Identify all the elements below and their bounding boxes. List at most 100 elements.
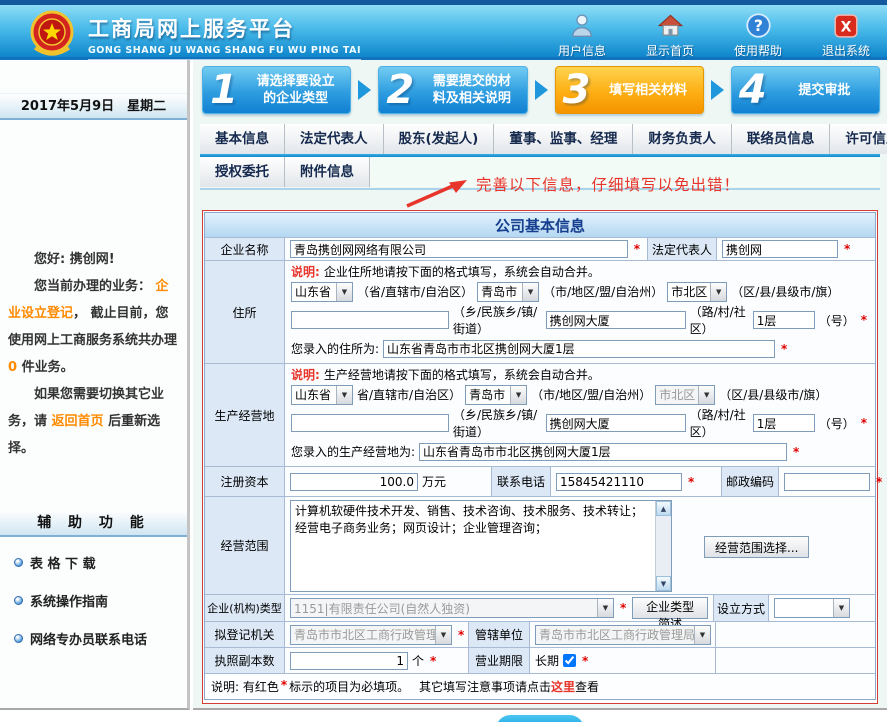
sidebar-link-contact-phone[interactable]: 网络专办员联系电话 (14, 629, 187, 648)
company-name-input[interactable] (290, 240, 628, 258)
site-result-label: 您录入的生产经营地为: (291, 443, 415, 460)
site-road-input[interactable] (546, 414, 686, 432)
chevron-down-icon: ▼ (698, 386, 714, 404)
sidebar: 2017年5月9日 星期二 您好: 携创网! 您当前办理的业务： 企业设立登记，… (0, 60, 190, 710)
business-scope-textarea[interactable]: 计算机软硬件技术开发、销售、技术咨询、技术服务、技术转让；经营电子商务业务；网页… (291, 501, 655, 591)
address-result-label: 您录入的住所为: (291, 340, 379, 357)
company-name-label: 企业名称 (205, 238, 285, 260)
phone-input[interactable] (556, 473, 682, 491)
address-township-input[interactable] (291, 311, 449, 329)
address-note: 说明: 企业住所地请按下面的格式填写，系统会自动合并。 (291, 262, 869, 280)
app-title: 工商局网上服务平台 (88, 13, 361, 43)
scope-select-button[interactable]: 经营范围选择... (704, 536, 809, 558)
required-mark: * (632, 242, 642, 256)
address-city-select[interactable]: 青岛市▼ (477, 282, 539, 302)
step-indicator: 1 请选择要设立的企业类型 2 需要提交的材料及相关说明 3 填写相关材料 4 … (202, 66, 880, 114)
scroll-up-icon[interactable]: ▲ (656, 501, 671, 516)
nav-help[interactable]: ? 使用帮助 (727, 9, 789, 59)
tab-directors-supervisors[interactable]: 董事、监事、经理 (494, 124, 633, 154)
tab-attachments[interactable]: 附件信息 (285, 157, 370, 187)
exit-icon: X (833, 9, 859, 39)
tab-finance-officer[interactable]: 财务负责人 (633, 124, 732, 154)
nav-label: 退出系统 (822, 42, 870, 59)
required-mark: * (859, 416, 869, 430)
tab-legal-representative[interactable]: 法定代表人 (285, 124, 384, 154)
site-result-input[interactable] (419, 443, 787, 461)
nav-label: 显示首页 (646, 42, 694, 59)
address-district-select[interactable]: 市北区▼ (667, 282, 727, 302)
page: 工商局网上服务平台 GONG SHANG JU WANG SHANG FU WU… (0, 0, 887, 722)
business-site-note: 说明: 生产经营地请按下面的格式填写，系统会自动合并。 (291, 365, 869, 383)
form-table: 公司基本信息 企业名称 * 法定代表人 * 住所 (204, 212, 876, 700)
jurisdiction-select[interactable]: 青岛市市北区工商行政管理局▼ (535, 625, 711, 645)
license-copies-unit: 个 (412, 652, 424, 669)
address-label: 住所 (205, 261, 285, 363)
emblem-logo (28, 8, 76, 64)
row-company-type: 企业(机构)类型 1151|有限责任公司(自然人独资)▼ * 企业类型简述 设立… (205, 594, 875, 621)
site-township-input[interactable] (291, 414, 449, 432)
company-type-label: 企业(机构)类型 (205, 595, 285, 621)
company-type-select[interactable]: 1151|有限责任公司(自然人独资)▼ (290, 598, 614, 618)
row-capital-phone-postcode: 注册资本 万元 联系电话 * 邮政编码 * (205, 466, 875, 496)
tab-authorization[interactable]: 授权委托 (200, 157, 285, 187)
row-license-copies: 执照副本数 个* 营业期限 长期 * (205, 647, 875, 673)
step-3-active: 3 填写相关材料 (555, 66, 704, 114)
address-result-input[interactable] (383, 340, 775, 358)
current-business-text: 您当前办理的业务： 企业设立登记， 截止目前，您使用网上工商服务系统共办理 0 … (8, 273, 179, 381)
address-road-input[interactable] (546, 311, 686, 329)
required-mark: * (580, 654, 590, 668)
phone-label: 联系电话 (491, 467, 551, 496)
postcode-input[interactable] (784, 473, 870, 491)
scrollbar[interactable]: ▲ ▼ (655, 501, 671, 591)
address-province-select[interactable]: 山东省▼ (291, 282, 353, 302)
sidebar-link-system-guide[interactable]: 系统操作指南 (14, 591, 187, 610)
site-province-select[interactable]: 山东省▼ (291, 385, 353, 405)
license-copies-input[interactable] (290, 652, 408, 670)
sidebar-link-form-download[interactable]: 表 格 下 载 (14, 553, 187, 572)
jurisdiction-label: 管辖单位 (468, 622, 530, 647)
required-mark: * (428, 654, 438, 668)
tab-basic-info[interactable]: 基本信息 (200, 124, 285, 154)
switch-business-text: 如果您需要切换其它业务，请 返回首页 后重新选择。 (8, 381, 179, 462)
bullet-icon (14, 558, 23, 567)
chevron-down-icon: ▼ (694, 626, 710, 644)
chevron-right-icon (711, 80, 724, 100)
legal-rep-input[interactable] (722, 240, 838, 258)
company-type-desc-button[interactable]: 企业类型简述 (632, 597, 708, 619)
form-title: 公司基本信息 (205, 213, 875, 237)
site-number-input[interactable] (753, 414, 815, 432)
here-link[interactable]: 这里 (551, 678, 575, 695)
brand: 工商局网上服务平台 GONG SHANG JU WANG SHANG FU WU… (28, 8, 361, 64)
nav-home[interactable]: 显示首页 (639, 9, 701, 59)
registry-select[interactable]: 青岛市市北区工商行政管理局▼ (290, 625, 452, 645)
required-mark: * (874, 475, 884, 489)
address-number-input[interactable] (753, 311, 815, 329)
tab-shareholders[interactable]: 股东(发起人) (384, 124, 495, 154)
scroll-down-icon[interactable]: ▼ (656, 576, 671, 591)
setup-mode-label: 设立方式 (713, 595, 769, 621)
home-icon (657, 9, 684, 39)
chevron-right-icon (535, 80, 548, 100)
chevron-down-icon: ▼ (597, 599, 613, 617)
svg-text:?: ? (753, 16, 762, 35)
site-city-select[interactable]: 青岛市▼ (465, 385, 527, 405)
sidebar-messages: 您好: 携创网! 您当前办理的业务： 企业设立登记， 截止目前，您使用网上工商服… (0, 246, 187, 462)
tab-liaison-info[interactable]: 联络员信息 (732, 124, 831, 154)
chevron-down-icon: ▼ (336, 386, 352, 404)
user-icon (569, 9, 595, 39)
postcode-label: 邮政编码 (721, 467, 779, 496)
return-home-link[interactable]: 返回首页 (52, 414, 104, 429)
required-mark: * (791, 445, 801, 459)
nav-user-info[interactable]: 用户信息 (551, 9, 613, 59)
header-nav: 用户信息 显示首页 ? 使用帮助 X 退出系统 (551, 9, 877, 59)
nav-exit[interactable]: X 退出系统 (815, 9, 877, 59)
setup-mode-select[interactable]: ▼ (774, 598, 850, 618)
tab-license-info[interactable]: 许可信息 (830, 124, 887, 154)
app-subtitle: GONG SHANG JU WANG SHANG FU WU PING TAI (88, 45, 361, 60)
required-mark: * (779, 342, 789, 356)
chevron-down-icon: ▼ (833, 599, 849, 617)
next-page-button[interactable]: 下一页 (496, 715, 584, 722)
notice-text: 完善以下信息，仔细填写以免出错！ (476, 173, 740, 195)
registered-capital-input[interactable] (290, 473, 418, 491)
business-term-checkbox[interactable] (563, 654, 576, 667)
